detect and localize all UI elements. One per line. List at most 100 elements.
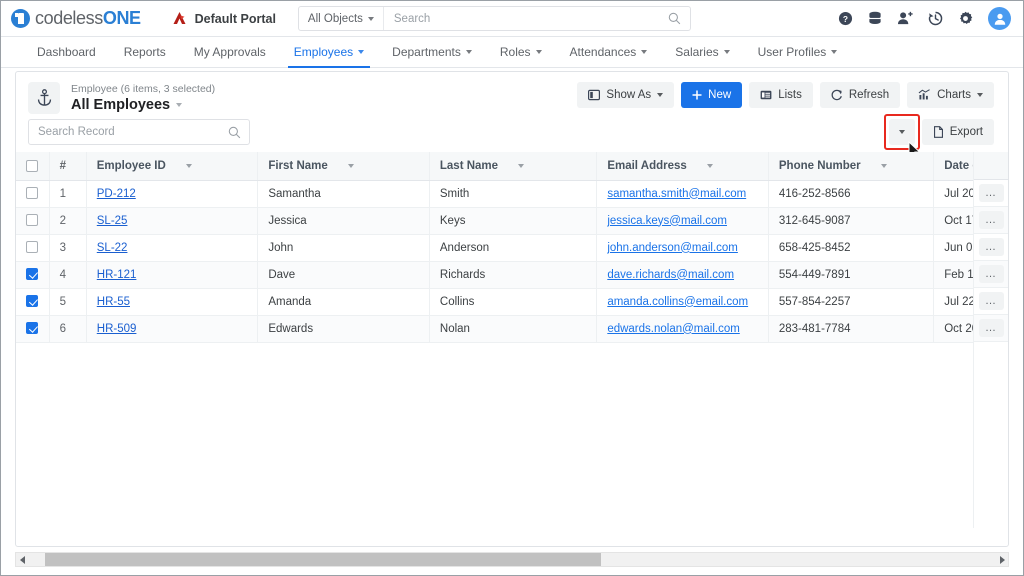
database-icon[interactable] xyxy=(868,11,882,26)
search-input[interactable] xyxy=(384,7,668,30)
chevron-down-icon xyxy=(724,50,730,54)
new-button[interactable]: New xyxy=(681,82,742,108)
email-link[interactable]: john.anderson@mail.com xyxy=(607,242,738,254)
records-table-container[interactable]: # Employee ID First Name Last Name Email… xyxy=(16,152,1008,528)
charts-button[interactable]: Charts xyxy=(907,82,994,108)
column-header-phone-number[interactable]: Phone Number xyxy=(768,152,933,180)
employee-id-link[interactable]: SL-25 xyxy=(97,215,128,227)
row-checkbox[interactable] xyxy=(26,241,38,253)
employee-id-link[interactable]: HR-509 xyxy=(97,323,137,335)
panel-toolbar: Show As New Lists Refresh Charts xyxy=(577,82,994,108)
row-checkbox[interactable] xyxy=(26,322,38,334)
user-avatar[interactable] xyxy=(988,7,1011,30)
page-title: All Employees xyxy=(71,97,170,113)
lists-button[interactable]: Lists xyxy=(749,82,813,108)
scroll-left-arrow-icon[interactable] xyxy=(16,556,29,564)
export-button[interactable]: Export xyxy=(922,119,994,145)
nav-item-user-profiles[interactable]: User Profiles xyxy=(744,37,852,67)
cell-employee-id: HR-509 xyxy=(86,315,258,342)
cell-first-name: Edwards xyxy=(258,315,430,342)
table-row[interactable]: 2 SL-25 Jessica Keys jessica.keys@mail.c… xyxy=(16,207,1008,234)
row-select-cell xyxy=(16,315,49,342)
row-checkbox[interactable] xyxy=(26,187,38,199)
column-header-first-name[interactable]: First Name xyxy=(258,152,430,180)
column-header-last-name[interactable]: Last Name xyxy=(429,152,596,180)
table-row[interactable]: 5 HR-55 Amanda Collins amanda.collins@em… xyxy=(16,288,1008,315)
scroll-right-arrow-icon[interactable] xyxy=(995,556,1008,564)
nav-item-attendances[interactable]: Attendances xyxy=(556,37,662,67)
refresh-button[interactable]: Refresh xyxy=(820,82,900,108)
codelessone-logo-icon xyxy=(11,9,30,28)
record-search-input[interactable] xyxy=(29,126,228,138)
employee-id-link[interactable]: SL-22 xyxy=(97,242,128,254)
records-table: # Employee ID First Name Last Name Email… xyxy=(16,152,1008,343)
brand-logo[interactable]: codelessONE xyxy=(11,8,141,29)
employee-id-link[interactable]: HR-55 xyxy=(97,296,130,308)
row-menu-button[interactable]: … xyxy=(979,211,1004,229)
row-menu-button[interactable]: … xyxy=(979,319,1004,337)
table-header-row: # Employee ID First Name Last Name Email… xyxy=(16,152,1008,180)
nav-label: Departments xyxy=(392,45,461,59)
scrollbar-thumb[interactable] xyxy=(45,553,601,566)
row-menu-button[interactable]: … xyxy=(979,238,1004,256)
row-menu-button[interactable]: … xyxy=(979,292,1004,310)
column-label: Last Name xyxy=(440,160,498,172)
row-actions-cell: … xyxy=(974,234,1008,261)
dropdown-wrapper xyxy=(889,119,915,145)
cell-first-name: Samantha xyxy=(258,180,430,207)
table-row[interactable]: 6 HR-509 Edwards Nolan edwards.nolan@mai… xyxy=(16,315,1008,342)
select-all-checkbox[interactable] xyxy=(26,160,38,172)
new-label: New xyxy=(708,89,731,101)
email-link[interactable]: dave.richards@mail.com xyxy=(607,269,734,281)
nav-label: Employees xyxy=(294,45,353,59)
sort-caret-icon xyxy=(186,164,192,168)
show-as-button[interactable]: Show As xyxy=(577,82,674,108)
email-link[interactable]: amanda.collins@email.com xyxy=(607,296,748,308)
history-icon[interactable] xyxy=(928,11,943,26)
toolbar-dropdown-button[interactable] xyxy=(889,119,915,145)
portal-selector[interactable]: Default Portal xyxy=(171,11,276,26)
search-icon[interactable] xyxy=(228,126,249,139)
table-row[interactable]: 1 PD-212 Samantha Smith samantha.smith@m… xyxy=(16,180,1008,207)
view-selector[interactable]: All Employees xyxy=(71,97,215,113)
row-checkbox[interactable] xyxy=(26,214,38,226)
employee-id-link[interactable]: HR-121 xyxy=(97,269,137,281)
settings-gear-icon[interactable] xyxy=(958,11,973,26)
employee-id-link[interactable]: PD-212 xyxy=(97,188,136,200)
row-menu-button[interactable]: … xyxy=(979,265,1004,283)
row-checkbox[interactable] xyxy=(26,295,38,307)
row-actions-cell: … xyxy=(974,315,1008,342)
chevron-down-icon xyxy=(176,103,182,107)
row-actions-header xyxy=(974,152,1008,180)
row-actions-column: … … … … … … xyxy=(973,152,1008,528)
cell-last-name: Collins xyxy=(429,288,596,315)
row-actions-cell: … xyxy=(974,207,1008,234)
cell-email: edwards.nolan@mail.com xyxy=(597,315,769,342)
search-icon[interactable] xyxy=(668,12,690,25)
row-checkbox[interactable] xyxy=(26,268,38,280)
email-link[interactable]: jessica.keys@mail.com xyxy=(607,215,727,227)
row-number: 6 xyxy=(49,315,86,342)
table-row[interactable]: 3 SL-22 John Anderson john.anderson@mail… xyxy=(16,234,1008,261)
add-user-icon[interactable] xyxy=(897,11,913,26)
email-link[interactable]: edwards.nolan@mail.com xyxy=(607,323,739,335)
table-row[interactable]: 4 HR-121 Dave Richards dave.richards@mai… xyxy=(16,261,1008,288)
row-menu-button[interactable]: … xyxy=(979,184,1004,202)
nav-label: Roles xyxy=(500,45,531,59)
object-selector-dropdown[interactable]: All Objects xyxy=(299,7,384,30)
column-header-employee-id[interactable]: Employee ID xyxy=(86,152,258,180)
nav-item-dashboard[interactable]: Dashboard xyxy=(23,37,110,67)
help-icon[interactable]: ? xyxy=(838,11,853,26)
cell-phone: 557-854-2257 xyxy=(768,288,933,315)
scrollbar-track[interactable] xyxy=(29,552,995,567)
horizontal-scrollbar[interactable] xyxy=(15,552,1009,567)
nav-item-my-approvals[interactable]: My Approvals xyxy=(180,37,280,67)
nav-item-employees[interactable]: Employees xyxy=(280,37,378,67)
object-selector-label: All Objects xyxy=(308,13,363,25)
nav-item-reports[interactable]: Reports xyxy=(110,37,180,67)
column-header-email-address[interactable]: Email Address xyxy=(597,152,769,180)
nav-item-salaries[interactable]: Salaries xyxy=(661,37,743,67)
nav-item-departments[interactable]: Departments xyxy=(378,37,486,67)
nav-item-roles[interactable]: Roles xyxy=(486,37,556,67)
email-link[interactable]: samantha.smith@mail.com xyxy=(607,188,746,200)
